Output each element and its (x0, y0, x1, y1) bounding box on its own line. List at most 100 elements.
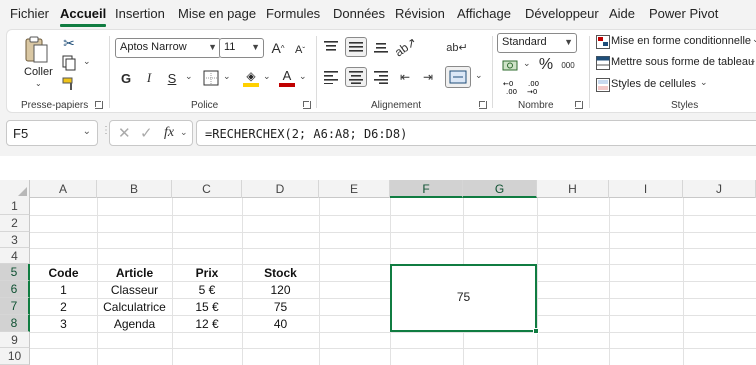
cell-a5[interactable]: Code (30, 266, 97, 280)
format-painter-button[interactable] (60, 75, 78, 93)
cancel-icon[interactable]: ✕ (118, 124, 131, 142)
italic-button[interactable]: I (140, 69, 158, 87)
cell-d6[interactable]: 120 (242, 283, 319, 297)
cell-d5[interactable]: Stock (242, 266, 319, 280)
tab-revision[interactable]: Révision (395, 6, 445, 21)
increase-font-button[interactable]: A ^ (269, 39, 287, 57)
cut-button[interactable]: ✂ (60, 34, 78, 52)
decrease-font-button[interactable]: Aˇ (291, 41, 309, 59)
decrease-decimal-button[interactable]: .00 →0 (525, 78, 545, 96)
format-as-table-button[interactable]: Mettre sous forme de tableau (611, 56, 754, 68)
currency-button[interactable] (500, 57, 522, 75)
cell-b7[interactable]: Calculatrice (97, 300, 172, 314)
cell-c8[interactable]: 12 € (172, 317, 242, 331)
cell-styles-button[interactable]: Styles de cellules (611, 78, 696, 90)
align-top-button[interactable] (321, 38, 341, 56)
worksheet-grid[interactable]: A B C D E F G H I J 1 2 3 4 5 6 7 8 9 10… (0, 180, 756, 365)
font-color-chevron-icon[interactable]: ⌄ (299, 71, 307, 82)
row-header-8[interactable]: 8 (0, 315, 30, 332)
borders-button[interactable] (201, 68, 221, 88)
font-size-select[interactable]: 11 ▼ (219, 38, 264, 58)
borders-chevron-icon[interactable]: ⌄ (223, 71, 231, 82)
column-header-e[interactable]: E (319, 180, 390, 198)
wrap-text-button[interactable]: ab↵ (446, 37, 467, 57)
decrease-indent-button[interactable]: ⇤ (395, 68, 415, 86)
insert-function-button[interactable]: fx (164, 125, 174, 141)
cell-b6[interactable]: Classeur (97, 283, 172, 297)
tab-fichier[interactable]: Fichier (10, 6, 49, 21)
align-bottom-button[interactable] (371, 38, 391, 56)
cell-d7[interactable]: 75 (242, 300, 319, 314)
increase-decimal-button[interactable]: ←0.00 (501, 78, 521, 96)
row-header-2[interactable]: 2 (0, 215, 30, 232)
conditional-chevron-icon[interactable]: ⌄ (752, 34, 756, 45)
paste-chevron-icon[interactable]: ⌄ (35, 79, 42, 88)
merge-center-button[interactable] (445, 66, 471, 88)
clipboard-launcher-icon[interactable] (95, 101, 103, 109)
tab-formules[interactable]: Formules (266, 6, 320, 21)
row-header-9[interactable]: 9 (0, 332, 30, 348)
font-launcher-icon[interactable] (303, 101, 311, 109)
increase-indent-button[interactable]: ⇥ (418, 68, 438, 86)
cell-a7[interactable]: 2 (30, 300, 97, 314)
column-header-h[interactable]: H (537, 180, 609, 198)
fx-chevron-icon[interactable]: ⌄ (180, 127, 188, 138)
tab-donnees[interactable]: Données (333, 6, 385, 21)
merge-chevron-icon[interactable]: ⌄ (475, 70, 483, 81)
paste-button[interactable] (21, 34, 51, 64)
format-table-chevron-icon[interactable]: ⌄ (749, 55, 756, 66)
alignment-launcher-icon[interactable] (479, 101, 487, 109)
paste-label[interactable]: Coller (24, 66, 53, 78)
number-format-select[interactable]: Standard ▼ (497, 33, 577, 53)
align-left-button[interactable] (321, 68, 341, 86)
cell-c7[interactable]: 15 € (172, 300, 242, 314)
column-header-j[interactable]: J (683, 180, 756, 198)
conditional-formatting-button[interactable]: Mise en forme conditionnelle (611, 35, 751, 47)
column-header-i[interactable]: I (609, 180, 683, 198)
column-header-f[interactable]: F (390, 180, 463, 198)
thousands-button[interactable]: 000 (559, 57, 577, 73)
cell-c5[interactable]: Prix (172, 266, 242, 280)
fill-chevron-icon[interactable]: ⌄ (263, 71, 271, 82)
underline-chevron-icon[interactable]: ⌄ (185, 71, 193, 82)
tab-affichage[interactable]: Affichage (457, 6, 511, 21)
cell-d8[interactable]: 40 (242, 317, 319, 331)
tab-power-pivot[interactable]: Power Pivot (649, 6, 718, 21)
row-header-5[interactable]: 5 (0, 264, 30, 281)
align-center-button[interactable] (345, 67, 367, 87)
fill-handle[interactable] (533, 328, 539, 334)
align-middle-button[interactable] (345, 37, 367, 57)
align-right-button[interactable] (371, 68, 391, 86)
tab-accueil[interactable]: Accueil (60, 6, 106, 21)
column-header-g[interactable]: G (463, 180, 537, 198)
row-header-6[interactable]: 6 (0, 281, 30, 298)
number-launcher-icon[interactable] (575, 101, 583, 109)
currency-chevron-icon[interactable]: ⌄ (523, 58, 531, 69)
row-header-10[interactable]: 10 (0, 348, 30, 365)
cell-styles-chevron-icon[interactable]: ⌄ (700, 77, 708, 88)
cell-a6[interactable]: 1 (30, 283, 97, 297)
bold-button[interactable]: G (117, 69, 135, 87)
tab-aide[interactable]: Aide (609, 6, 635, 21)
copy-chevron-icon[interactable]: ⌄ (83, 56, 91, 67)
tab-developpeur[interactable]: Développeur (525, 6, 599, 21)
row-header-1[interactable]: 1 (0, 198, 30, 215)
orientation-button[interactable]: ab↗ (392, 35, 419, 60)
column-header-d[interactable]: D (242, 180, 319, 198)
tab-mise-en-page[interactable]: Mise en page (178, 6, 256, 21)
formula-input[interactable]: =RECHERCHEX(2; A6:A8; D6:D8) (196, 120, 756, 146)
underline-button[interactable]: S (163, 69, 181, 87)
column-header-c[interactable]: C (172, 180, 242, 198)
copy-button[interactable] (60, 54, 78, 72)
cell-c6[interactable]: 5 € (172, 283, 242, 297)
cell-b5[interactable]: Article (97, 266, 172, 280)
row-header-4[interactable]: 4 (0, 248, 30, 264)
fill-color-button[interactable]: ◈ (241, 67, 261, 89)
cell-b8[interactable]: Agenda (97, 317, 172, 331)
tab-insertion[interactable]: Insertion (115, 6, 165, 21)
font-name-select[interactable]: Aptos Narrow ▼ (115, 38, 221, 58)
column-header-b[interactable]: B (97, 180, 172, 198)
row-header-3[interactable]: 3 (0, 232, 30, 248)
cell-a8[interactable]: 3 (30, 317, 97, 331)
select-all-button[interactable] (0, 180, 30, 198)
